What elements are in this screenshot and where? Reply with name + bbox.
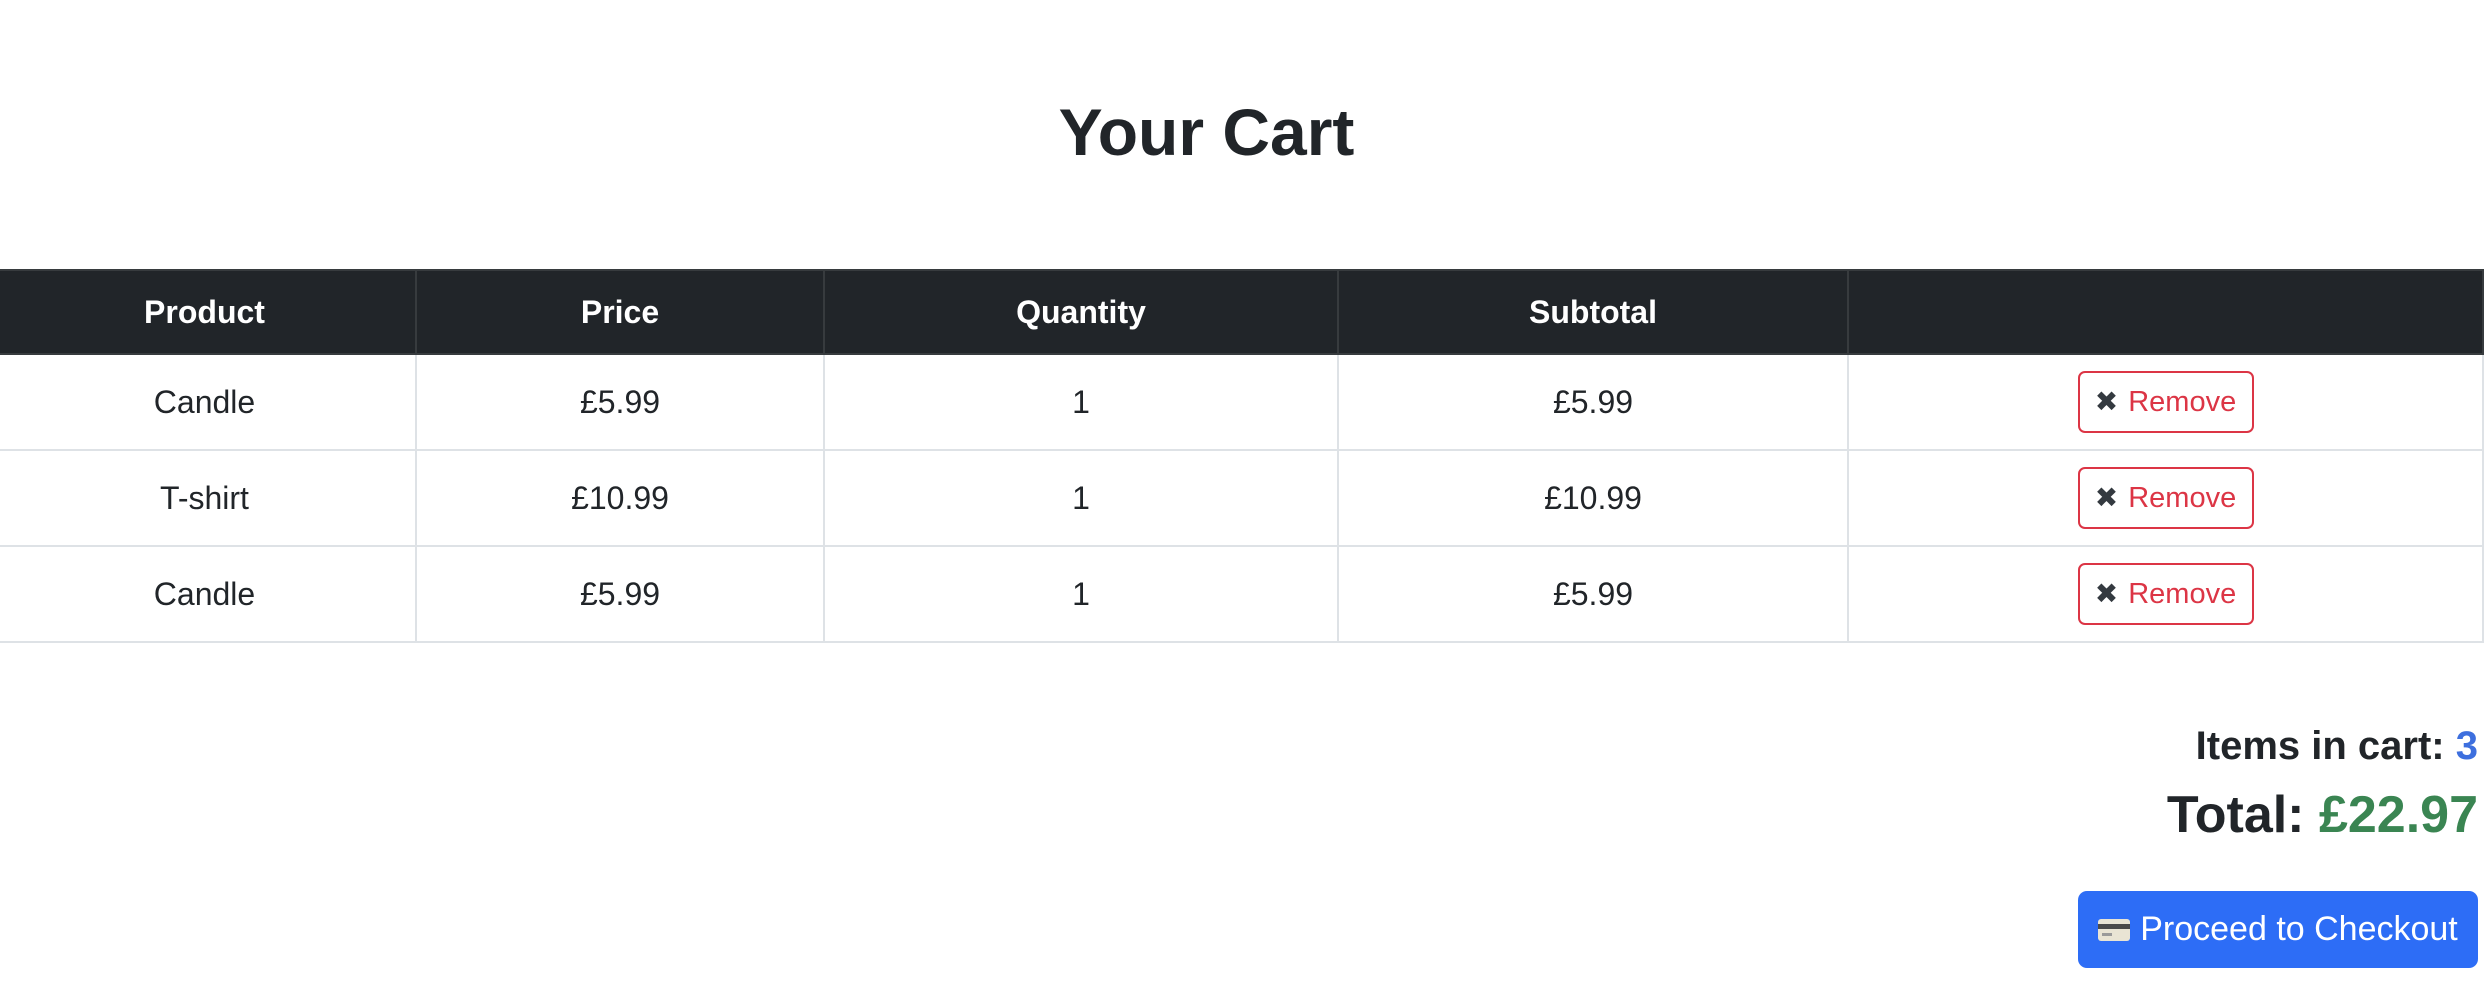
items-in-cart: Items in cart: 3 xyxy=(2196,718,2478,774)
remove-label: Remove xyxy=(2128,577,2237,610)
cart-table: Product Price Quantity Subtotal Candle £… xyxy=(0,269,2484,643)
header-subtotal: Subtotal xyxy=(1337,269,1849,355)
credit-card-icon xyxy=(2098,918,2131,941)
quantity-cell: 1 xyxy=(823,353,1339,451)
product-cell: Candle xyxy=(0,545,417,643)
quantity-cell: 1 xyxy=(823,545,1339,643)
cart-table-body: Candle £5.99 1 £5.99 ✖ Remove T-shirt £1… xyxy=(0,353,2484,643)
price-cell: £10.99 xyxy=(415,449,825,547)
remove-button[interactable]: ✖ Remove xyxy=(2077,563,2254,625)
cart-table-header: Product Price Quantity Subtotal xyxy=(0,269,2484,355)
header-row: Product Price Quantity Subtotal xyxy=(0,269,2484,355)
checkout-label: Proceed to Checkout xyxy=(2140,910,2458,948)
header-price: Price xyxy=(415,269,825,355)
price-cell: £5.99 xyxy=(415,545,825,643)
cart-total: Total: £22.97 xyxy=(2167,780,2478,850)
checkout-button[interactable]: Proceed to Checkout xyxy=(2078,891,2478,968)
product-cell: T-shirt xyxy=(0,449,417,547)
total-amount: £22.97 xyxy=(2318,786,2478,844)
header-actions xyxy=(1847,269,2484,355)
action-cell: ✖ Remove xyxy=(1847,449,2484,547)
subtotal-cell: £5.99 xyxy=(1337,353,1849,451)
items-label: Items in cart: xyxy=(2195,724,2445,768)
subtotal-cell: £5.99 xyxy=(1337,545,1849,643)
action-cell: ✖ Remove xyxy=(1847,545,2484,643)
items-count: 3 xyxy=(2455,724,2478,768)
cart-page: Your Cart Product Price Quantity Subtota… xyxy=(0,0,2491,993)
remove-button[interactable]: ✖ Remove xyxy=(2077,467,2254,529)
action-cell: ✖ Remove xyxy=(1847,353,2484,451)
close-icon: ✖ xyxy=(2094,386,2119,417)
subtotal-cell: £10.99 xyxy=(1337,449,1849,547)
table-row: Candle £5.99 1 £5.99 ✖ Remove xyxy=(0,353,2484,451)
page-title: Your Cart xyxy=(1058,95,1355,169)
price-cell: £5.99 xyxy=(415,353,825,451)
remove-button[interactable]: ✖ Remove xyxy=(2077,371,2254,433)
total-label: Total: xyxy=(2166,786,2305,844)
quantity-cell: 1 xyxy=(823,449,1339,547)
product-cell: Candle xyxy=(0,353,417,451)
close-icon: ✖ xyxy=(2094,482,2119,513)
close-icon: ✖ xyxy=(2094,578,2119,609)
header-product: Product xyxy=(0,269,417,355)
header-quantity: Quantity xyxy=(823,269,1339,355)
table-row: T-shirt £10.99 1 £10.99 ✖ Remove xyxy=(0,449,2484,547)
remove-label: Remove xyxy=(2128,385,2237,418)
table-row: Candle £5.99 1 £5.99 ✖ Remove xyxy=(0,545,2484,643)
remove-label: Remove xyxy=(2128,481,2237,514)
